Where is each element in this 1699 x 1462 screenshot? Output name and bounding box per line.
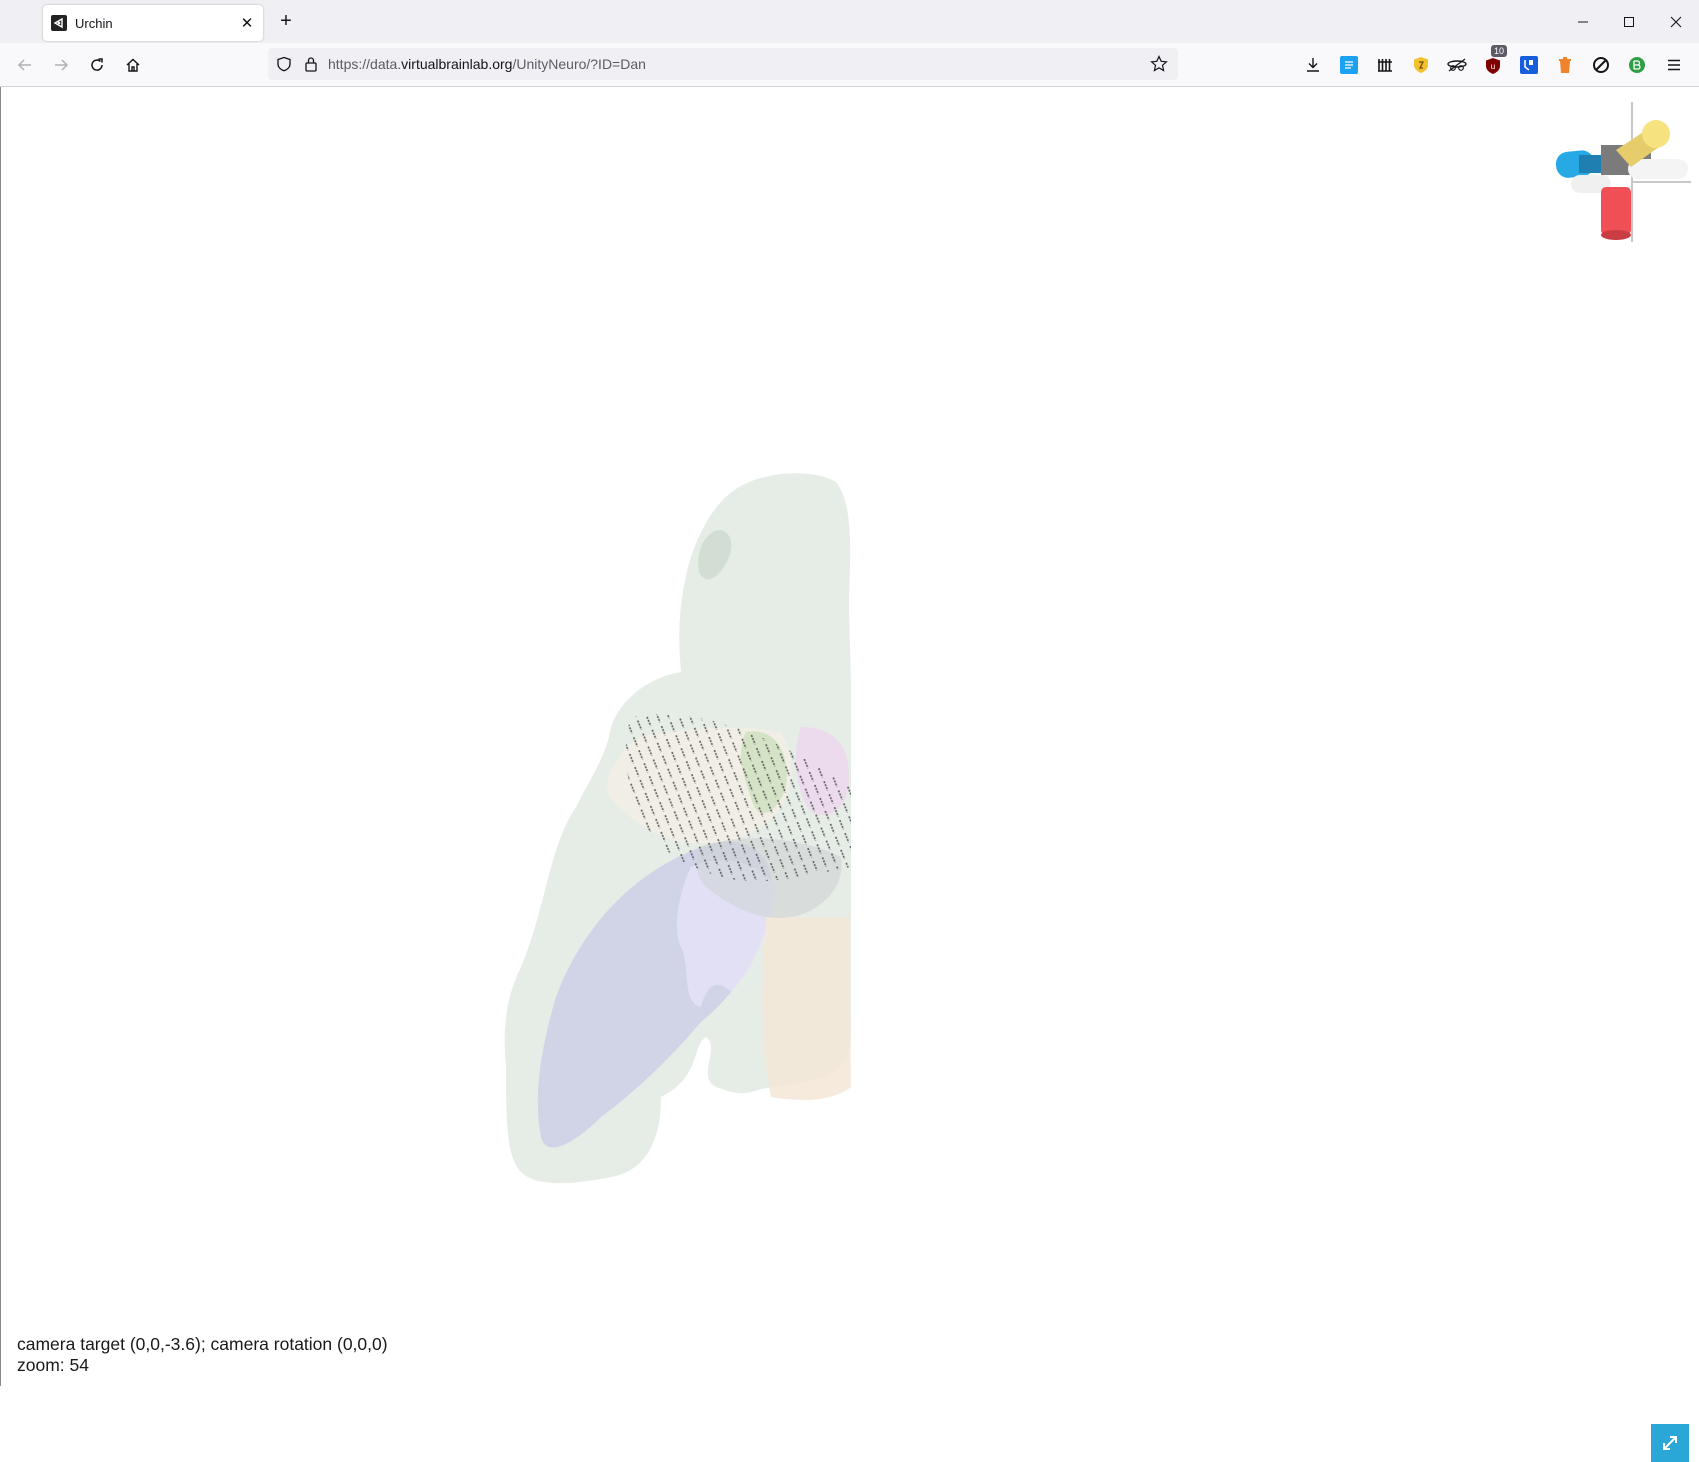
home-icon [126,58,140,72]
back-arrow-icon [17,59,31,71]
extension-bitwarden[interactable] [1518,54,1540,76]
yellow-shield-icon [1414,57,1428,73]
orientation-gizmo[interactable] [1555,102,1691,242]
axis-red-cylinder [1601,187,1631,235]
home-button[interactable] [119,51,147,79]
url-host: virtualbrainlab.org [401,56,513,72]
back-button[interactable] [11,51,39,79]
download-icon [1307,58,1319,72]
unity-canvas[interactable]: camera target (0,0,-3.6); camera rotatio… [0,87,1699,1462]
tab-strip: Urchin ✕ + [0,0,1699,43]
hat-glasses-icon [1447,58,1467,72]
lock-icon[interactable] [304,56,318,72]
close-window-button[interactable] [1653,0,1699,43]
ublock-badge-count: 10 [1491,45,1508,57]
forward-arrow-icon [55,59,69,71]
camera-target-rotation: camera target (0,0,-3.6); camera rotatio… [17,1334,388,1354]
minimize-icon [1578,21,1588,22]
green-circle-icon [1629,57,1645,73]
brain-3d-render[interactable] [1,87,1699,1386]
extension-tweetdeck[interactable] [1338,54,1360,76]
url-path: /UnityNeuro/?ID=Dan [512,56,646,72]
tab-title: Urchin [75,15,113,31]
extension-hat[interactable] [1446,54,1468,76]
tab-urchin[interactable]: Urchin ✕ [43,5,263,41]
url-subdomain: data. [370,56,402,72]
reload-button[interactable] [83,51,111,79]
hamburger-menu-icon [1668,59,1680,71]
bookmark-star-icon[interactable] [1150,55,1168,73]
url-text[interactable]: https://data.virtualbrainlab.org/UnityNe… [328,56,646,72]
trash-icon [1559,57,1571,73]
bitwarden-icon [1520,56,1538,74]
app-menu-button[interactable] [1663,54,1685,76]
svg-text:u: u [1491,62,1495,71]
forward-button[interactable] [47,51,75,79]
url-scheme: https:// [328,56,371,72]
tweetdeck-icon [1340,56,1358,74]
downloads-button[interactable] [1302,54,1324,76]
fullscreen-button[interactable] [1651,1424,1689,1462]
extension-green-badge[interactable] [1626,54,1648,76]
zoom-level: zoom: 54 [17,1355,89,1375]
library-icon [1378,59,1392,72]
address-bar[interactable]: https://data.virtualbrainlab.org/UnityNe… [268,48,1178,80]
new-tab-button[interactable]: + [275,10,297,32]
shield-icon[interactable] [276,56,292,72]
expand-icon [1663,1436,1677,1450]
unity-logo-icon [51,15,67,31]
navigation-toolbar: https://data.virtualbrainlab.org/UnityNe… [0,43,1699,87]
maximize-button[interactable] [1606,0,1652,43]
extension-library[interactable] [1374,54,1396,76]
close-icon [1670,16,1682,27]
tab-close-button[interactable]: ✕ [237,13,257,33]
extension-trash[interactable] [1554,54,1576,76]
minimize-button[interactable] [1560,0,1606,43]
brain-region-peach [762,917,851,1100]
extension-ublock[interactable]: u 10 [1482,45,1508,76]
maximize-icon [1624,16,1634,27]
ublock-shield-icon: u [1486,58,1500,74]
extension-block[interactable] [1590,54,1612,76]
camera-status-text: camera target (0,0,-3.6); camera rotatio… [17,1334,388,1376]
reload-icon [91,58,103,71]
extension-shield[interactable] [1410,54,1432,76]
block-icon [1593,57,1609,73]
